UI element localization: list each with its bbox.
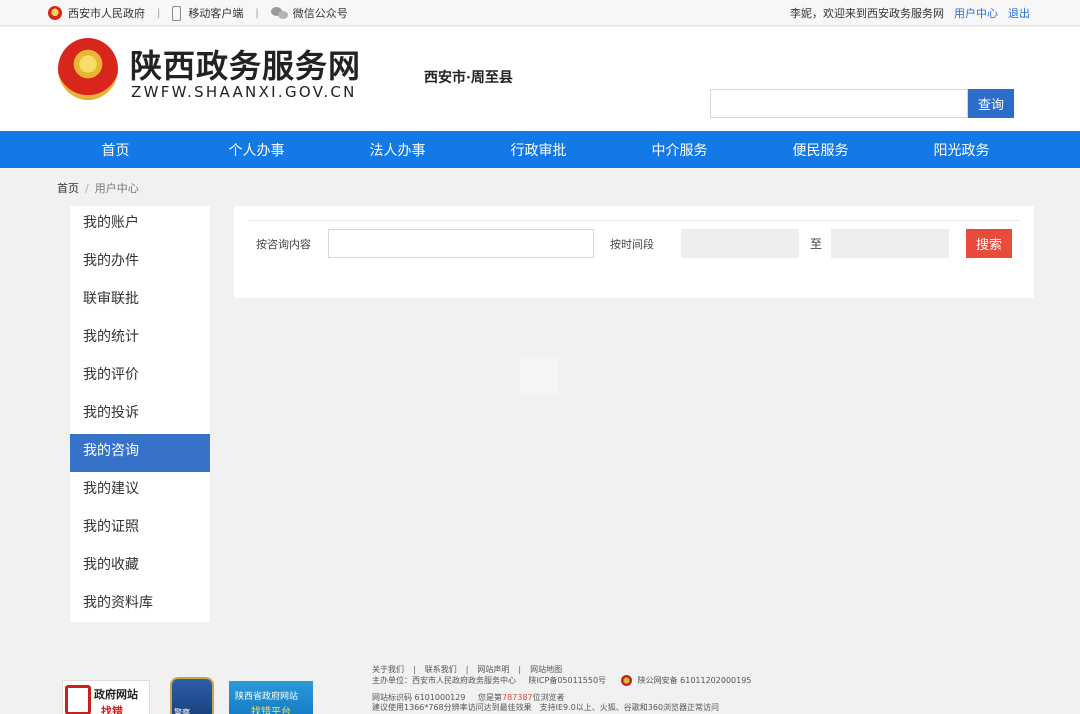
sidebar-item-my-statistics[interactable]: 我的统计 <box>70 320 210 358</box>
divider: | <box>413 665 416 674</box>
sidebar-item-my-documents[interactable]: 我的资料库 <box>70 586 210 624</box>
date-range-to-label: 至 <box>810 237 823 251</box>
breadcrumb: 首页 / 用户中心 <box>57 180 139 196</box>
wechat-link[interactable]: 微信公众号 <box>270 5 348 21</box>
wechat-label: 微信公众号 <box>292 7 348 20</box>
sidebar-item-my-inquiries[interactable]: 我的咨询 <box>70 434 210 472</box>
breadcrumb-home[interactable]: 首页 <box>57 180 79 196</box>
sponsor-text: 主办单位：西安市人民政府政务服务中心 <box>372 676 516 685</box>
footer-link-contact[interactable]: 联系我们 <box>425 665 457 674</box>
divider: | <box>157 7 161 19</box>
nav-administrative-approval[interactable]: 行政审批 <box>468 131 609 168</box>
content-filter-label: 按咨询内容 <box>256 238 311 251</box>
visitor-suffix: 位浏览者 <box>532 693 565 702</box>
start-date-field[interactable] <box>681 229 799 258</box>
sidebar-item-my-cases[interactable]: 我的办件 <box>70 244 210 282</box>
user-area: 李妮，欢迎来到西安政务服务网 用户中心 退出 <box>790 0 1030 26</box>
sidebar-item-my-complaints[interactable]: 我的投诉 <box>70 396 210 434</box>
user-center-link[interactable]: 用户中心 <box>954 5 998 21</box>
sidebar-item-my-favorites[interactable]: 我的收藏 <box>70 548 210 586</box>
site-logo-title[interactable]: 陕西政务服务网 <box>130 41 361 87</box>
platform-badge-subtitle: 找错平台 <box>251 707 291 714</box>
error-report-platform-badge[interactable]: 陕西省政府网站 找错平台 <box>229 681 313 714</box>
mobile-client-label: 移动客户端 <box>188 7 244 20</box>
footer-links: 关于我们 | 联系我们 | 网站声明 | 网站地图 <box>372 664 562 675</box>
logout-link[interactable]: 退出 <box>1008 5 1030 21</box>
police-emblem-icon <box>620 675 632 686</box>
gov-link-label: 西安市人民政府 <box>68 7 145 20</box>
gov-badge-title: 政府网站 <box>94 688 138 701</box>
user-center-sidebar: 我的账户 我的办件 联审联批 我的统计 我的评价 我的投诉 我的咨询 我的建议 … <box>70 206 210 622</box>
wechat-icon <box>270 7 288 19</box>
site-code: 网站标识码 6101000129 <box>372 693 466 702</box>
nav-open-government[interactable]: 阳光政务 <box>891 131 1032 168</box>
gov-badge-subtitle: 找错 <box>101 705 123 714</box>
nav-personal-affairs[interactable]: 个人办事 <box>186 131 327 168</box>
welcome-text: 李妮，欢迎来到西安政务服务网 <box>790 7 944 20</box>
sidebar-item-my-certificates[interactable]: 我的证照 <box>70 510 210 548</box>
visitor-prefix: 您是第 <box>478 693 502 702</box>
breadcrumb-separator: / <box>85 181 89 195</box>
divider: | <box>518 665 522 674</box>
nav-convenience-services[interactable]: 便民服务 <box>750 131 891 168</box>
site-search-button[interactable]: 查询 <box>968 89 1014 118</box>
mobile-client-link[interactable]: 移动客户端 <box>172 5 243 21</box>
top-links: 西安市人民政府 | 移动客户端 | 微信公众号 <box>48 0 348 26</box>
divider: | <box>465 665 469 674</box>
site-header: 陕西政务服务网 ZWFW.SHAANXI.GOV.CN 西安市·周至县 查询 <box>0 27 1080 131</box>
national-emblem-logo-icon[interactable] <box>58 38 118 100</box>
divider: | <box>255 7 259 19</box>
inquiry-search-button[interactable]: 搜索 <box>966 229 1012 258</box>
footer-link-statement[interactable]: 网站声明 <box>477 665 509 674</box>
footer-link-about[interactable]: 关于我们 <box>372 665 404 674</box>
main-nav: 首页 个人办事 法人办事 行政审批 中介服务 便民服务 阳光政务 <box>0 131 1080 168</box>
nav-intermediary-services[interactable]: 中介服务 <box>609 131 750 168</box>
icp-number[interactable]: 陕ICP备05011550号 <box>529 676 607 685</box>
site-search-input[interactable] <box>710 89 968 118</box>
top-bar: 西安市人民政府 | 移动客户端 | 微信公众号 李妮，欢迎来到西安政务服务网 用… <box>0 0 1080 26</box>
platform-badge-title: 陕西省政府网站 <box>235 692 299 702</box>
police-badge-label: 警察 <box>174 708 190 714</box>
region-selector[interactable]: 西安市·周至县 <box>424 67 513 87</box>
police-badge[interactable]: 警察 <box>170 677 214 714</box>
visitor-count: 787387 <box>502 693 533 702</box>
gov-link[interactable]: 西安市人民政府 <box>48 5 145 21</box>
site-logo-domain: ZWFW.SHAANXI.GOV.CN <box>131 83 357 101</box>
inquiry-filter-panel: 按咨询内容 按时间段 至 搜索 <box>234 206 1034 298</box>
footer-sponsor-line: 主办单位：西安市人民政府政务服务中心 陕ICP备05011550号 陕公网安备 … <box>372 675 751 686</box>
sidebar-item-joint-approval[interactable]: 联审联批 <box>70 282 210 320</box>
nav-corporate-affairs[interactable]: 法人办事 <box>327 131 468 168</box>
time-range-label: 按时间段 <box>610 238 654 251</box>
magnifier-icon <box>65 685 91 714</box>
content-filter-input[interactable] <box>328 229 594 258</box>
police-record-number[interactable]: 陕公网安备 61011202000195 <box>638 676 752 685</box>
sidebar-item-my-reviews[interactable]: 我的评价 <box>70 358 210 396</box>
footer-browser-note: 建议使用1366*768分辨率访问达到最佳效果 支持IE9.0以上、火狐、谷歌和… <box>372 703 720 712</box>
loading-spinner <box>520 357 558 395</box>
end-date-field[interactable] <box>831 229 949 258</box>
sidebar-item-my-account[interactable]: 我的账户 <box>70 206 210 244</box>
panel-divider <box>248 220 1020 221</box>
nav-home[interactable]: 首页 <box>45 131 186 168</box>
breadcrumb-current: 用户中心 <box>94 182 139 195</box>
national-emblem-icon <box>48 6 62 20</box>
gov-website-error-report-badge[interactable]: 政府网站 找错 <box>62 680 150 714</box>
phone-icon <box>172 5 182 21</box>
footer-link-sitemap[interactable]: 网站地图 <box>530 665 562 674</box>
sidebar-item-my-suggestions[interactable]: 我的建议 <box>70 472 210 510</box>
